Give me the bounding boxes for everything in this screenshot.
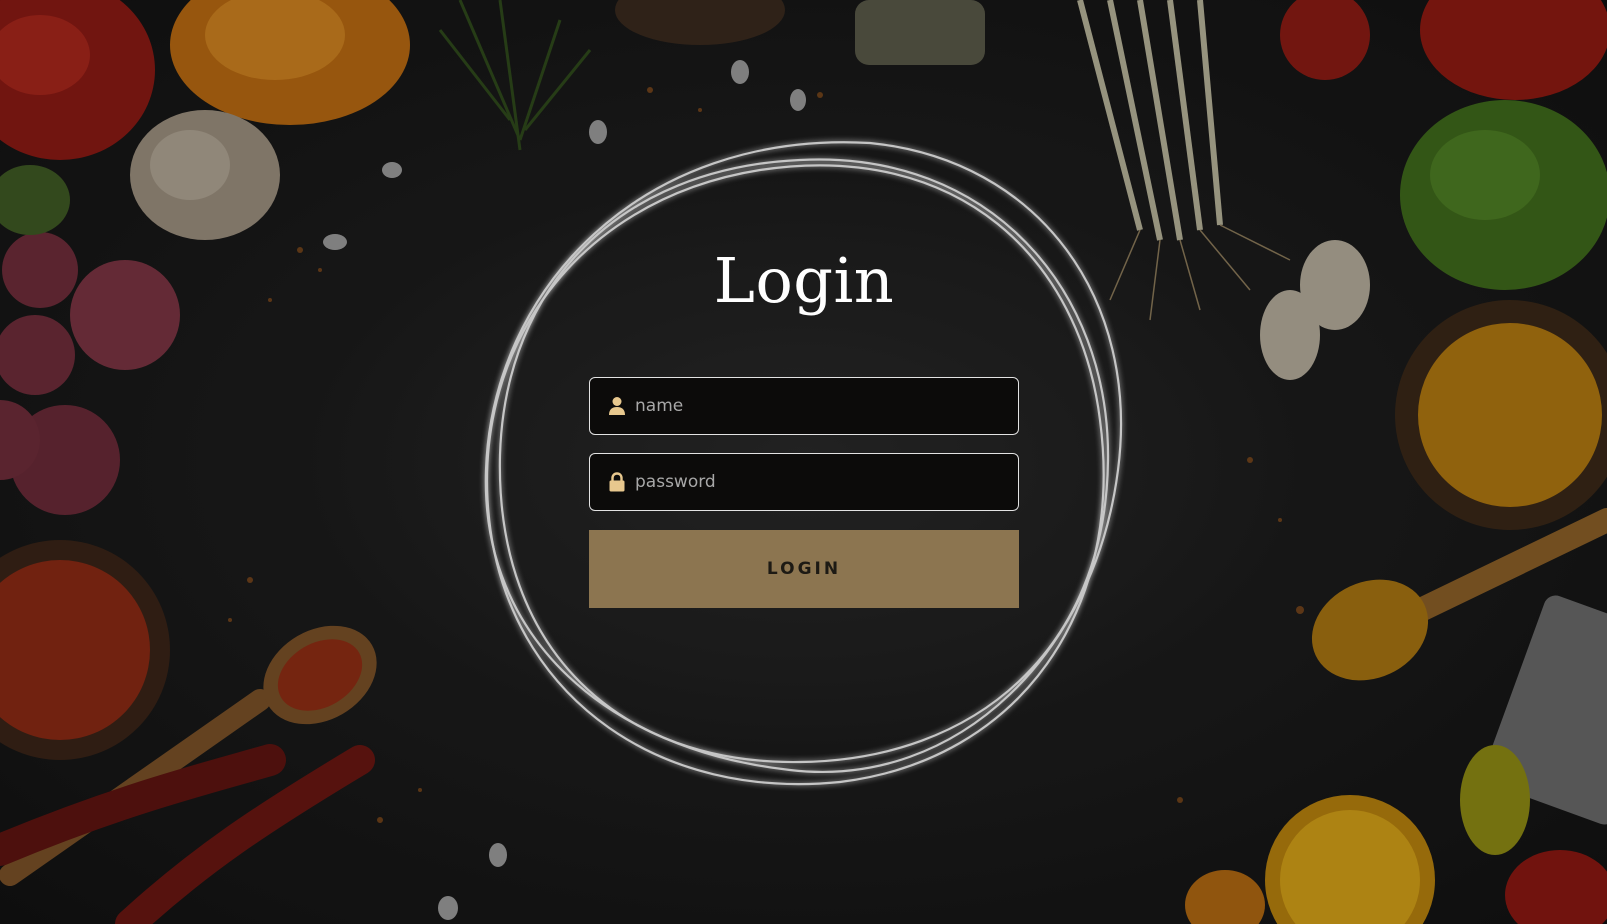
page-title: Login — [713, 244, 895, 317]
lock-icon — [607, 472, 627, 492]
user-icon — [607, 396, 627, 416]
name-field[interactable] — [589, 377, 1019, 435]
login-page: Login LOGIN — [0, 0, 1607, 924]
password-field[interactable] — [589, 453, 1019, 511]
name-input[interactable] — [635, 378, 1018, 434]
password-input[interactable] — [635, 454, 1018, 510]
login-button[interactable]: LOGIN — [589, 530, 1019, 608]
